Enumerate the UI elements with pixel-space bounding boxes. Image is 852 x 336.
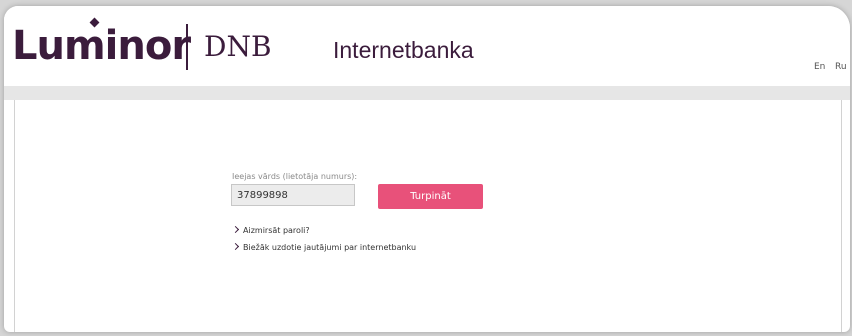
page-title: Internetbanka xyxy=(333,37,474,63)
forgot-password-link[interactable]: Aizmirsāt paroli? xyxy=(231,225,310,235)
header: Luminor DNB Internetbanka En Ru xyxy=(4,6,850,86)
logo-divider xyxy=(186,24,188,70)
language-en-link[interactable]: En xyxy=(814,62,825,72)
username-input[interactable] xyxy=(231,184,355,206)
chevron-right-icon xyxy=(231,242,240,251)
chevron-right-icon xyxy=(231,225,240,234)
forgot-password-label: Aizmirsāt paroli? xyxy=(243,226,310,235)
continue-button[interactable]: Turpināt xyxy=(378,184,483,209)
browser-frame: Luminor DNB Internetbanka En Ru xyxy=(4,6,850,332)
luminor-logo: Luminor xyxy=(12,23,191,69)
faq-link[interactable]: Biežāk uzdotie jautājumi par internetban… xyxy=(231,242,417,252)
header-separator xyxy=(4,86,850,100)
username-label: Ieejas vārds (lietotāja numurs): xyxy=(232,172,358,181)
language-ru-link[interactable]: Ru xyxy=(835,62,847,72)
faq-label: Biežāk uzdotie jautājumi par internetban… xyxy=(243,243,417,252)
dnb-logo: DNB xyxy=(204,30,272,63)
login-panel xyxy=(14,100,842,332)
